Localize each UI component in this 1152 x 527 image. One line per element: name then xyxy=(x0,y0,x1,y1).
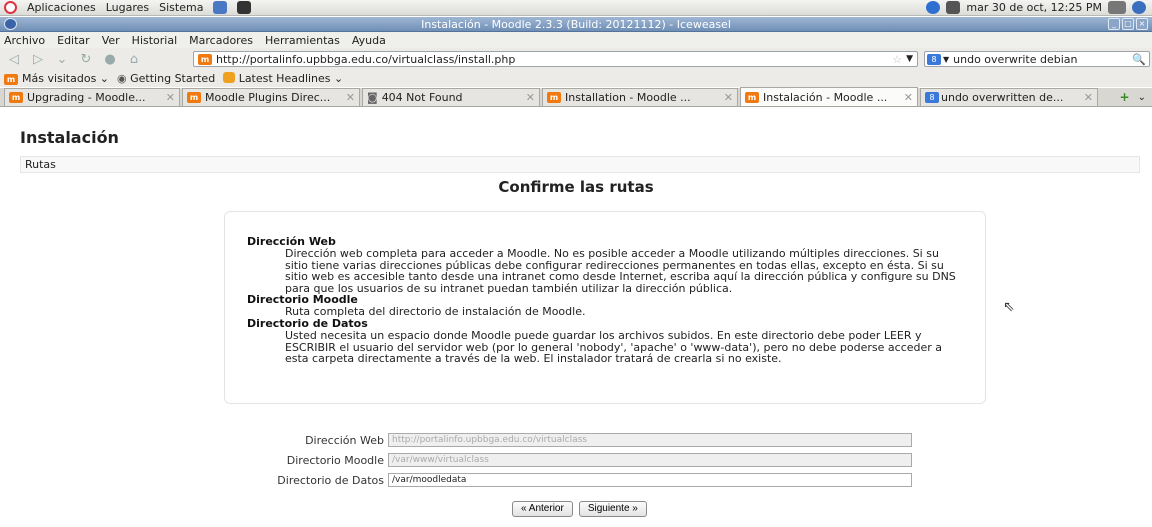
tab-list-icon[interactable]: ⌄ xyxy=(1138,92,1146,103)
update-notifier-icon[interactable] xyxy=(926,1,941,14)
tab-404-not-found[interactable]: ◙ 404 Not Found ✕ xyxy=(362,88,540,106)
minimize-button[interactable]: _ xyxy=(1108,18,1120,30)
form-row: Dirección Web http://portalinfo.upbbga.e… xyxy=(0,433,1152,448)
bookmarks-toolbar: m Más visitados ⌄ ◉ Getting Started Lates… xyxy=(0,70,1152,87)
panel-menu-lugares[interactable]: Lugares xyxy=(106,1,149,14)
tab-moodle-plugins[interactable]: m Moodle Plugins Direc... ✕ xyxy=(182,88,360,106)
url-text: http://portalinfo.upbbga.edu.co/virtualc… xyxy=(216,52,516,66)
terminal-launcher-icon[interactable] xyxy=(237,1,252,14)
page-title: Instalación xyxy=(20,128,119,147)
new-tab-icon[interactable]: + xyxy=(1120,90,1130,104)
tab-label: Upgrading - Moodle... xyxy=(27,91,146,104)
tab-installation-moodle[interactable]: m Installation - Moodle ... ✕ xyxy=(542,88,738,106)
field-label: Directorio Moodle xyxy=(286,454,384,467)
field-label: Dirección Web xyxy=(305,434,384,447)
moodle-favicon-icon: m xyxy=(187,92,201,103)
tab-label: undo overwritten de... xyxy=(941,91,1064,104)
gnome-top-panel: Aplicaciones Lugares Sistema mar 30 de o… xyxy=(0,0,1152,16)
bookmark-star-icon[interactable]: ☆ xyxy=(892,53,906,66)
search-icon: 8 xyxy=(925,92,939,103)
close-tab-icon[interactable]: ✕ xyxy=(718,91,733,104)
search-engine-icon[interactable]: 8 xyxy=(927,53,941,65)
menu-ver[interactable]: Ver xyxy=(102,34,120,47)
window-app-icon[interactable] xyxy=(4,18,17,30)
tab-upgrading-moodle[interactable]: m Upgrading - Moodle... ✕ xyxy=(4,88,180,106)
reload-icon[interactable]: ↻ xyxy=(78,52,94,67)
mouse-pointer-icon: ⇖ xyxy=(1003,299,1015,315)
url-bar[interactable]: m http://portalinfo.upbbga.edu.co/virtua… xyxy=(193,51,918,67)
form-buttons: « Anterior Siguiente » xyxy=(512,501,647,517)
menu-marcadores[interactable]: Marcadores xyxy=(189,34,253,47)
menu-archivo[interactable]: Archivo xyxy=(4,34,45,47)
distro-logo-icon xyxy=(4,1,17,14)
tab-label: Installation - Moodle ... xyxy=(565,91,691,104)
clock[interactable]: mar 30 de oct, 12:25 PM xyxy=(966,1,1102,14)
field-label: Directorio de Datos xyxy=(277,474,384,487)
menu-editar[interactable]: Editar xyxy=(57,34,90,47)
tab-strip: m Upgrading - Moodle... ✕ m Moodle Plugins … xyxy=(0,87,1152,107)
browser-menubar: Archivo Editar Ver Historial Marcadores … xyxy=(0,32,1152,48)
search-box[interactable]: 8 ▼ undo overwrite debian 🔍 xyxy=(924,51,1150,67)
tab-instalacion-moodle[interactable]: m Instalación - Moodle ... ✕ xyxy=(740,87,918,106)
help-definition: Ruta completa del directorio de instalac… xyxy=(285,305,586,319)
close-tab-icon[interactable]: ✕ xyxy=(1078,91,1093,104)
close-tab-icon[interactable]: ✕ xyxy=(340,91,355,104)
web-address-field[interactable]: http://portalinfo.upbbga.edu.co/virtualc… xyxy=(388,433,912,447)
tab-undo-overwritten[interactable]: 8 undo overwritten de... ✕ xyxy=(920,88,1098,106)
moodle-favicon-icon: m xyxy=(547,92,561,103)
menu-herramientas[interactable]: Herramientas xyxy=(265,34,340,47)
browser-launcher-icon[interactable] xyxy=(213,1,228,14)
help-definition: Dirección web completa para acceder a Mo… xyxy=(285,247,956,295)
tab-label: Moodle Plugins Direc... xyxy=(205,91,331,104)
close-tab-icon[interactable]: ✕ xyxy=(898,91,913,104)
tab-label: 404 Not Found xyxy=(381,91,463,104)
previous-button[interactable]: « Anterior xyxy=(512,501,573,517)
close-tab-icon[interactable]: ✕ xyxy=(520,91,535,104)
network-icon[interactable] xyxy=(946,1,961,14)
page-content: Instalación Rutas Confirme las rutas Dir… xyxy=(0,108,1152,527)
window-titlebar[interactable]: Instalación - Moodle 2.3.3 (Build: 20121… xyxy=(0,17,1152,32)
moodle-favicon-icon: m xyxy=(198,53,212,65)
moodle-favicon-icon: m xyxy=(745,91,759,103)
search-input[interactable]: undo overwrite debian xyxy=(953,53,1077,66)
window-title: Instalación - Moodle 2.3.3 (Build: 20121… xyxy=(421,17,731,31)
url-dropdown-icon[interactable]: ▼ xyxy=(906,54,917,64)
history-dropdown-icon[interactable]: ⌄ xyxy=(54,52,70,67)
bookmark-getting-started[interactable]: ◉ Getting Started xyxy=(117,72,215,85)
rss-icon xyxy=(223,72,236,83)
close-window-button[interactable]: × xyxy=(1136,18,1148,30)
user-menu-icon[interactable] xyxy=(1132,1,1146,14)
moodle-favicon-icon: m xyxy=(9,92,23,103)
panel-menu-sistema[interactable]: Sistema xyxy=(159,1,203,14)
bookmark-label: Latest Headlines xyxy=(238,72,331,85)
next-button[interactable]: Siguiente » xyxy=(578,501,647,517)
tab-label: Instalación - Moodle ... xyxy=(763,90,888,104)
maximize-button[interactable]: □ xyxy=(1122,18,1134,30)
search-icon[interactable]: 🔍 xyxy=(1132,53,1149,66)
home-icon[interactable]: ⌂ xyxy=(126,52,142,67)
menu-ayuda[interactable]: Ayuda xyxy=(352,34,386,47)
breadcrumb: Rutas xyxy=(20,156,1140,173)
page-icon: ◙ xyxy=(367,91,378,104)
engine-dropdown-icon[interactable]: ▼ xyxy=(943,55,949,64)
moodle-favicon-icon: m xyxy=(4,74,18,85)
bookmark-mas-visitados[interactable]: m Más visitados ⌄ xyxy=(4,72,109,85)
help-box: Dirección Web Dirección web completa par… xyxy=(224,211,986,404)
help-definition: Usted necesita un espacio donde Moodle p… xyxy=(285,328,943,366)
back-arrow-icon[interactable]: ◁ xyxy=(6,52,22,67)
stop-icon[interactable]: ● xyxy=(102,52,118,67)
panel-menu-aplicaciones[interactable]: Aplicaciones xyxy=(27,1,96,14)
form-row: Directorio Moodle /var/www/virtualclass xyxy=(0,453,1152,468)
close-tab-icon[interactable]: ✕ xyxy=(160,91,175,104)
forward-arrow-icon[interactable]: ▷ xyxy=(30,52,46,67)
form-row: Directorio de Datos /var/moodledata xyxy=(0,473,1152,488)
menu-historial[interactable]: Historial xyxy=(132,34,177,47)
bookmark-latest-headlines[interactable]: Latest Headlines ⌄ xyxy=(223,72,343,85)
moodle-dir-field[interactable]: /var/www/virtualclass xyxy=(388,453,912,467)
bookmark-label: Getting Started xyxy=(130,72,216,85)
section-heading: Confirme las rutas xyxy=(498,178,654,196)
bookmark-label: Más visitados xyxy=(22,72,97,85)
data-dir-field[interactable]: /var/moodledata xyxy=(388,473,912,487)
volume-icon[interactable] xyxy=(1108,1,1126,14)
